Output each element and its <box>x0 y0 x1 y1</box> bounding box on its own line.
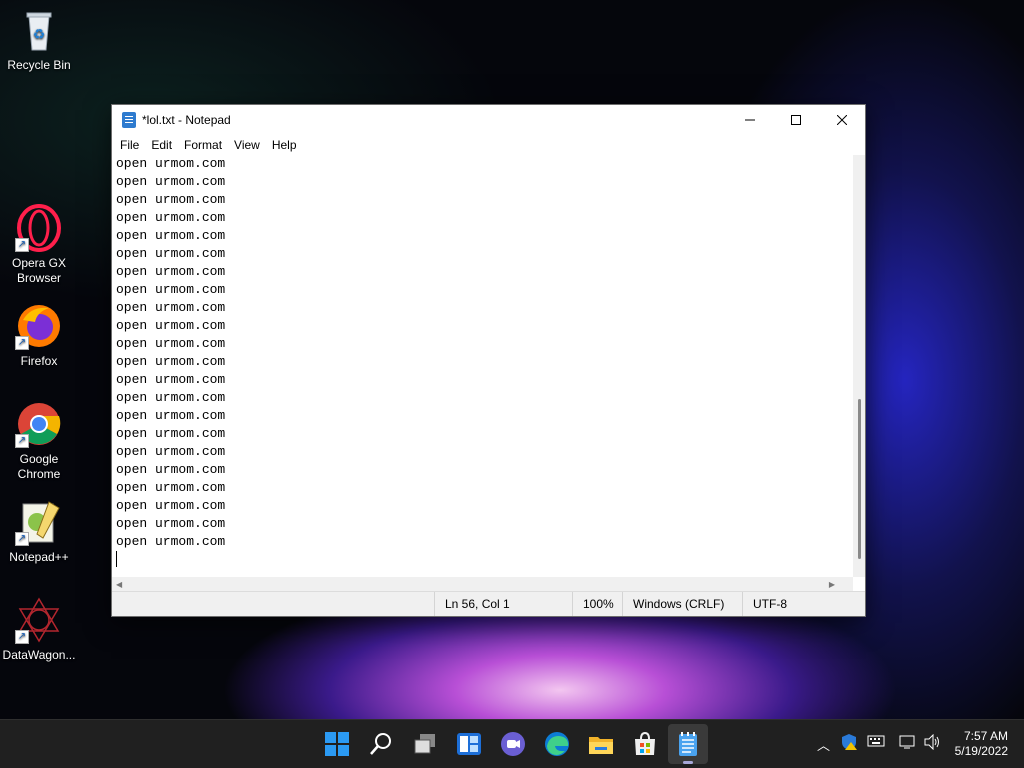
text-line: open urmom.com <box>116 480 226 495</box>
text-line: open urmom.com <box>116 282 226 297</box>
text-line: open urmom.com <box>116 498 226 513</box>
svg-text:♻: ♻ <box>33 26 46 42</box>
text-line: open urmom.com <box>116 462 226 477</box>
maximize-button[interactable] <box>773 105 819 135</box>
notepad-window: *lol.txt - Notepad File Edit Format View… <box>111 104 866 617</box>
recycle-bin-icon: ♻ <box>15 6 63 54</box>
status-zoom: 100% <box>572 592 622 616</box>
text-line: open urmom.com <box>116 408 226 423</box>
menu-edit[interactable]: Edit <box>145 138 178 152</box>
notepad-icon[interactable] <box>674 730 702 758</box>
text-line: open urmom.com <box>116 192 226 207</box>
horizontal-scrollbar[interactable]: ◀ ▶ <box>112 577 853 591</box>
file-explorer-icon[interactable] <box>587 730 615 758</box>
clock[interactable]: 7:57 AM 5/19/2022 <box>955 729 1008 759</box>
desktop-icon-label: Opera GX Browser <box>11 256 67 285</box>
text-line: open urmom.com <box>116 228 226 243</box>
clock-time: 7:57 AM <box>963 729 1008 743</box>
store-icon[interactable] <box>631 730 659 758</box>
desktop-icon-chrome[interactable]: ↗ Google Chrome <box>2 400 76 482</box>
opera-gx-icon: ↗ <box>15 204 63 252</box>
desktop-icon-recycle-bin[interactable]: ♻ Recycle Bin <box>2 6 76 73</box>
text-line: open urmom.com <box>116 354 226 369</box>
text-line: open urmom.com <box>116 156 226 171</box>
menu-help[interactable]: Help <box>266 138 303 152</box>
shortcut-arrow-icon: ↗ <box>15 434 29 448</box>
chrome-icon: ↗ <box>15 400 63 448</box>
desktop-icon-label: Notepad++ <box>9 550 69 564</box>
status-position: Ln 56, Col 1 <box>434 592 572 616</box>
shortcut-arrow-icon: ↗ <box>15 238 29 252</box>
notepad-icon <box>122 112 136 128</box>
menu-bar: File Edit Format View Help <box>112 135 865 155</box>
datawagon-icon: ↗ <box>15 596 63 644</box>
shortcut-arrow-icon: ↗ <box>15 336 29 350</box>
minimize-button[interactable] <box>727 105 773 135</box>
desktop-icon-notepad-plus-plus[interactable]: ↗ Notepad++ <box>2 498 76 565</box>
scroll-right-icon[interactable]: ▶ <box>829 580 835 589</box>
desktop-icon-datawagon[interactable]: ↗ DataWagon... <box>2 596 76 663</box>
vertical-scrollbar[interactable] <box>853 155 865 577</box>
desktop-icon-label: Recycle Bin <box>7 58 71 72</box>
start-icon[interactable] <box>323 730 351 758</box>
task-view-icon[interactable] <box>411 730 439 758</box>
text-line: open urmom.com <box>116 264 226 279</box>
taskbar: ︿ 7:57 AM 5/19/2022 <box>0 719 1024 768</box>
text-line: open urmom.com <box>116 300 226 315</box>
search-icon[interactable] <box>367 730 395 758</box>
text-line: open urmom.com <box>116 318 226 333</box>
close-button[interactable] <box>819 105 865 135</box>
desktop-icon-label: Firefox <box>20 354 58 368</box>
network-icon[interactable] <box>899 734 917 753</box>
edge-icon[interactable] <box>543 730 571 758</box>
text-line: open urmom.com <box>116 390 226 405</box>
text-editor[interactable]: open urmom.com open urmom.com open urmom.c… <box>112 155 853 577</box>
keyboard-icon[interactable] <box>867 734 885 751</box>
desktop-icon-firefox[interactable]: ↗ Firefox <box>2 302 76 369</box>
notepad-plus-plus-icon: ↗ <box>15 498 63 546</box>
clock-date: 5/19/2022 <box>954 744 1008 758</box>
desktop-icon-label: DataWagon... <box>2 648 76 662</box>
status-bar: Ln 56, Col 1 100% Windows (CRLF) UTF-8 <box>112 591 865 616</box>
shortcut-arrow-icon: ↗ <box>15 532 29 546</box>
security-shield-icon[interactable] <box>840 733 858 754</box>
desktop-icon-opera-gx[interactable]: ↗ Opera GX Browser <box>2 204 76 286</box>
desktop-icon-label: Google Chrome <box>17 452 61 481</box>
teams-chat-icon[interactable] <box>499 730 527 758</box>
text-line: open urmom.com <box>116 534 226 549</box>
text-line: open urmom.com <box>116 372 226 387</box>
status-encoding: UTF-8 <box>742 592 852 616</box>
text-line: open urmom.com <box>116 246 226 261</box>
active-app-indicator <box>683 761 693 764</box>
menu-file[interactable]: File <box>114 138 145 152</box>
chevron-up-icon[interactable]: ︿ <box>817 735 830 754</box>
text-caret <box>116 551 117 567</box>
status-line-ending: Windows (CRLF) <box>622 592 742 616</box>
text-line: open urmom.com <box>116 174 226 189</box>
title-bar[interactable]: *lol.txt - Notepad <box>112 105 865 135</box>
firefox-icon: ↗ <box>15 302 63 350</box>
shortcut-arrow-icon: ↗ <box>15 630 29 644</box>
scrollbar-thumb[interactable] <box>858 399 861 559</box>
scroll-left-icon[interactable]: ◀ <box>116 580 122 589</box>
text-line: open urmom.com <box>116 444 226 459</box>
menu-format[interactable]: Format <box>178 138 228 152</box>
text-line: open urmom.com <box>116 336 226 351</box>
text-line: open urmom.com <box>116 426 226 441</box>
menu-view[interactable]: View <box>228 138 266 152</box>
volume-icon[interactable] <box>923 733 941 753</box>
text-line: open urmom.com <box>116 210 226 225</box>
text-line: open urmom.com <box>116 516 226 531</box>
widgets-icon[interactable] <box>455 730 483 758</box>
window-title: *lol.txt - Notepad <box>142 113 231 127</box>
